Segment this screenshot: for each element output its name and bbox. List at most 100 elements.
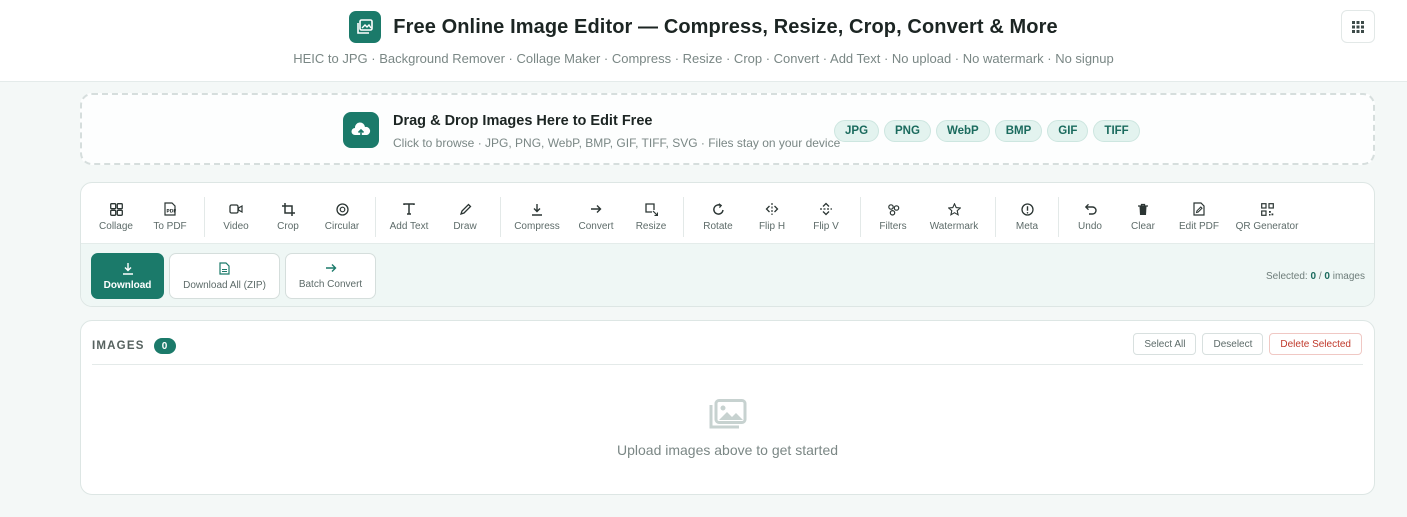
download-button[interactable]: Download xyxy=(91,253,164,299)
format-chip: PNG xyxy=(884,120,931,142)
tool-label: Filters xyxy=(879,221,907,232)
pencil-icon xyxy=(458,202,472,216)
file-icon xyxy=(219,261,230,275)
tool-rotate[interactable]: Rotate xyxy=(690,192,746,242)
toolbar-separator xyxy=(683,197,684,237)
images-divider xyxy=(92,364,1363,365)
flip-v-icon xyxy=(819,202,833,216)
tool-label: Clear xyxy=(1131,221,1155,232)
selection-status: Selected: 0 / 0 images xyxy=(1266,271,1365,282)
page-subtitle: HEIC to JPG · Background Remover · Colla… xyxy=(293,51,1114,66)
tool-label: Add Text xyxy=(389,221,429,232)
images-count-badge: 0 xyxy=(153,338,176,354)
format-chip: GIF xyxy=(1047,120,1089,142)
format-chip: BMP xyxy=(994,120,1043,142)
filters-icon xyxy=(886,202,900,216)
dropzone-subtitle: Click to browse · JPG, PNG, WebP, BMP, G… xyxy=(393,136,841,150)
tool-draw[interactable]: Draw xyxy=(436,192,494,242)
deselect-button[interactable]: Deselect xyxy=(1202,333,1264,355)
tool-circular[interactable]: Circular xyxy=(315,192,369,242)
tool-label: Undo xyxy=(1078,221,1102,232)
tools-panel: Collage PDF To PDF Video Crop Circular A… xyxy=(80,182,1375,307)
images-header: IMAGES 0 xyxy=(92,338,176,354)
video-icon xyxy=(229,202,243,216)
cloud-upload-icon xyxy=(343,112,379,148)
qr-icon xyxy=(1260,202,1274,216)
tool-meta[interactable]: Meta xyxy=(1002,192,1052,242)
tool-add-text[interactable]: Add Text xyxy=(382,192,436,242)
dropzone-title: Drag & Drop Images Here to Edit Free xyxy=(393,113,653,129)
empty-state-text: Upload images above to get started xyxy=(616,442,839,458)
tool-label: Convert xyxy=(578,221,614,232)
batch-convert-button[interactable]: Batch Convert xyxy=(285,253,376,299)
batch-convert-label: Batch Convert xyxy=(298,279,363,290)
toolbar-separator xyxy=(995,197,996,237)
toolbar-separator xyxy=(375,197,376,237)
tool-label: Rotate xyxy=(703,221,733,232)
tool-convert[interactable]: Convert xyxy=(567,192,625,242)
tool-label: Flip H xyxy=(758,221,786,232)
tool-label: Edit PDF xyxy=(1178,221,1219,232)
tools-row: Collage PDF To PDF Video Crop Circular A… xyxy=(90,191,1307,243)
tool-resize[interactable]: Resize xyxy=(625,192,677,242)
undo-icon xyxy=(1083,202,1097,216)
grid-icon xyxy=(1352,20,1364,33)
info-icon xyxy=(1020,202,1034,216)
tool-filters[interactable]: Filters xyxy=(867,192,919,242)
apps-menu-button[interactable] xyxy=(1341,10,1375,43)
selection-buttons: Select All Deselect Delete Selected xyxy=(1133,333,1362,355)
tool-collage[interactable]: Collage xyxy=(90,192,142,242)
download-label: Download xyxy=(103,279,152,291)
text-icon xyxy=(402,202,416,216)
tool-clear[interactable]: Clear xyxy=(1115,192,1171,242)
tool-compress[interactable]: Compress xyxy=(507,192,567,242)
tool-undo[interactable]: Undo xyxy=(1065,192,1115,242)
upload-dropzone[interactable]: Drag & Drop Images Here to Edit Free Cli… xyxy=(80,93,1375,165)
selected-separator: / xyxy=(1318,271,1322,282)
download-all-zip-button[interactable]: Download All (ZIP) xyxy=(169,253,280,299)
toolbar-separator xyxy=(860,197,861,237)
image-icon xyxy=(349,11,382,43)
edit-pdf-icon xyxy=(1192,202,1206,216)
tool-edit-pdf[interactable]: Edit PDF xyxy=(1171,192,1227,242)
format-chip: JPG xyxy=(834,120,880,142)
tool-qr-generator[interactable]: QR Generator xyxy=(1227,192,1307,242)
selected-prefix: Selected: xyxy=(1266,271,1308,282)
toolbar-separator xyxy=(204,197,205,237)
toolbar-separator xyxy=(500,197,501,237)
flip-h-icon xyxy=(765,202,779,216)
tool-label: Collage xyxy=(99,221,133,232)
tool-crop[interactable]: Crop xyxy=(261,192,315,242)
images-panel: IMAGES 0 Select All Deselect Delete Sele… xyxy=(80,320,1375,495)
tool-flip-v[interactable]: Flip V xyxy=(798,192,854,242)
grid-icon xyxy=(109,202,123,216)
tool-flip-h[interactable]: Flip H xyxy=(746,192,798,242)
tool-label: Video xyxy=(223,221,249,232)
total-count: 0 xyxy=(1324,271,1330,282)
tool-watermark[interactable]: Watermark xyxy=(919,192,989,242)
tool-video[interactable]: Video xyxy=(211,192,261,242)
title-row: Free Online Image Editor — Compress, Res… xyxy=(0,10,1407,44)
svg-text:PDF: PDF xyxy=(166,209,176,215)
tool-label: Crop xyxy=(277,221,299,232)
tool-label: QR Generator xyxy=(1235,221,1299,232)
tool-label: Flip V xyxy=(813,221,839,232)
images-icon xyxy=(709,399,747,434)
circle-icon xyxy=(335,202,349,216)
selected-count: 0 xyxy=(1310,271,1317,282)
images-title: IMAGES xyxy=(92,340,145,352)
arrow-right-icon xyxy=(589,202,603,216)
download-all-label: Download All (ZIP) xyxy=(183,279,266,291)
header: Free Online Image Editor — Compress, Res… xyxy=(0,0,1407,82)
selected-suffix: images xyxy=(1332,271,1365,282)
pdf-icon: PDF xyxy=(163,202,177,216)
delete-selected-button[interactable]: Delete Selected xyxy=(1269,333,1362,355)
download-icon xyxy=(122,262,133,275)
page-title: Free Online Image Editor — Compress, Res… xyxy=(393,15,1058,38)
tool-to-pdf[interactable]: PDF To PDF xyxy=(142,192,198,242)
resize-icon xyxy=(644,202,658,216)
select-all-button[interactable]: Select All xyxy=(1133,333,1197,355)
toolbar-separator xyxy=(1058,197,1059,237)
arrow-right-icon xyxy=(325,264,336,272)
tool-label: Circular xyxy=(324,221,360,232)
